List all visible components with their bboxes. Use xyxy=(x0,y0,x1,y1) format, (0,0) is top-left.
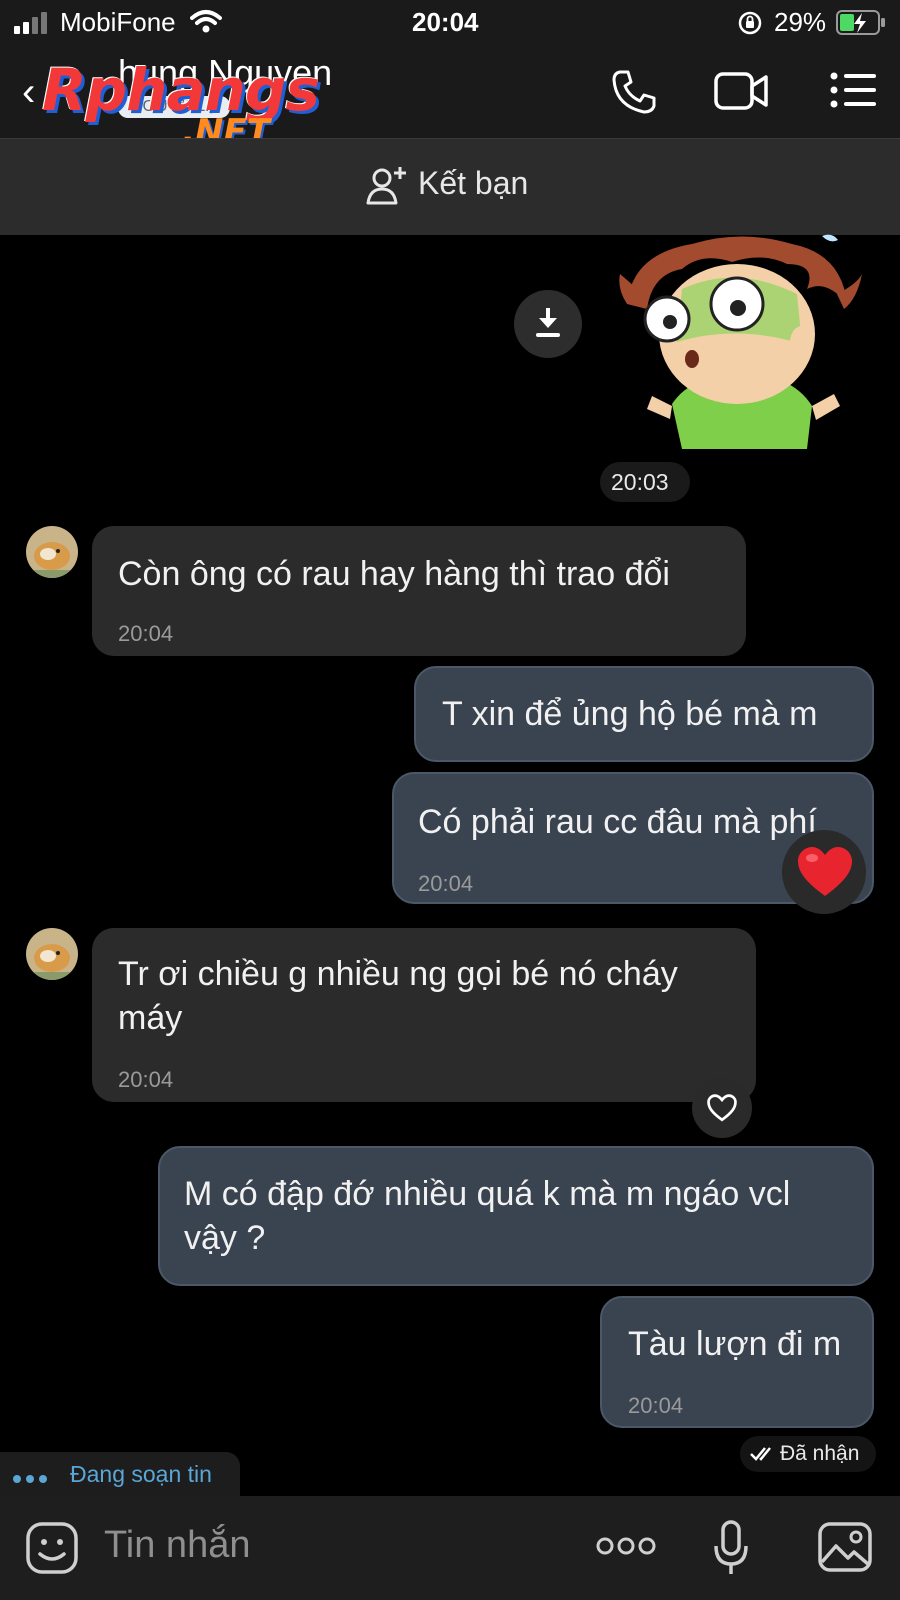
contact-avatar-image xyxy=(26,526,78,578)
message-text: T xin để ủng hộ bé mà m xyxy=(442,695,818,733)
message-bubble-incoming[interactable]: Tr ơi chiều g nhiều ng gọi bé nó cháy má… xyxy=(92,928,756,1102)
avatar[interactable] xyxy=(26,526,78,578)
phone-icon[interactable] xyxy=(610,68,658,116)
orientation-lock-icon xyxy=(738,11,762,35)
menu-list-icon[interactable] xyxy=(830,72,876,108)
message-input[interactable]: Tin nhắn xyxy=(104,1524,250,1567)
chat-header: ‹ hung Nguyen NGƯỜI LẠ Rphangs .NET xyxy=(0,46,900,152)
double-check-icon xyxy=(750,1447,771,1461)
watermark-logo: Rphangs xyxy=(42,56,320,124)
message-text: Còn ông có rau hay hàng thì trao đổi xyxy=(118,555,670,593)
download-button[interactable] xyxy=(514,290,582,358)
add-friend-label: Kết bạn xyxy=(418,165,529,201)
typing-dots-icon xyxy=(13,1475,47,1483)
sticker-image[interactable] xyxy=(612,234,872,454)
message-time: 20:04 xyxy=(118,1067,174,1092)
reaction-badge[interactable] xyxy=(782,830,866,914)
download-icon xyxy=(536,308,560,337)
add-friend-bar[interactable]: Kết bạn xyxy=(0,138,900,235)
message-composer: Tin nhắn xyxy=(0,1496,900,1600)
video-call-icon[interactable] xyxy=(714,70,770,112)
heart-icon xyxy=(798,847,852,896)
back-icon[interactable]: ‹ xyxy=(22,70,35,115)
message-time: 20:04 xyxy=(628,1393,684,1418)
message-text: Có phải rau cc đâu mà phí xyxy=(418,803,817,841)
typing-indicator: Đang soạn tin xyxy=(0,1452,240,1496)
sticker-time-pill: 20:03 xyxy=(600,462,690,502)
status-bar: MobiFone 20:04 29% xyxy=(0,0,900,46)
message-time: 20:04 xyxy=(118,621,174,646)
message-text: Tàu lượn đi m xyxy=(628,1325,842,1363)
message-bubble-outgoing[interactable]: T xin để ủng hộ bé mà m xyxy=(414,666,874,762)
message-bubble-outgoing[interactable]: M có đập đớ nhiều quá k mà m ngáo vcl vậ… xyxy=(158,1146,874,1286)
carrier-label: MobiFone xyxy=(60,7,176,37)
battery-percent: 29% xyxy=(774,7,827,37)
delivery-receipt: Đã nhận xyxy=(740,1436,876,1472)
react-button[interactable] xyxy=(692,1078,752,1138)
message-text: M có đập đớ nhiều quá k mà m ngáo vcl vậ… xyxy=(184,1175,791,1257)
battery-icon xyxy=(836,10,885,35)
message-bubble-outgoing[interactable]: Tàu lượn đi m 20:04 xyxy=(600,1296,874,1428)
sticker-emoji-icon[interactable] xyxy=(26,1522,78,1574)
image-gallery-icon[interactable] xyxy=(818,1522,872,1572)
clock: 20:04 xyxy=(412,7,479,37)
heart-outline-icon xyxy=(707,1094,737,1122)
typing-label: Đang soạn tin xyxy=(70,1461,212,1487)
message-text: Tr ơi chiều g nhiều ng gọi bé nó cháy má… xyxy=(118,955,678,1037)
avatar[interactable] xyxy=(26,928,78,980)
message-bubble-incoming[interactable]: Còn ông có rau hay hàng thì trao đổi 20:… xyxy=(92,526,746,656)
wifi-icon xyxy=(190,10,222,33)
microphone-icon[interactable] xyxy=(714,1520,748,1576)
sticker-time: 20:03 xyxy=(611,469,669,495)
contact-avatar-image xyxy=(26,928,78,980)
more-icon[interactable] xyxy=(596,1536,656,1556)
signal-icon xyxy=(14,12,47,34)
receipt-label: Đã nhận xyxy=(780,1442,860,1465)
message-time: 20:04 xyxy=(418,871,474,896)
add-friend-icon xyxy=(366,167,406,205)
